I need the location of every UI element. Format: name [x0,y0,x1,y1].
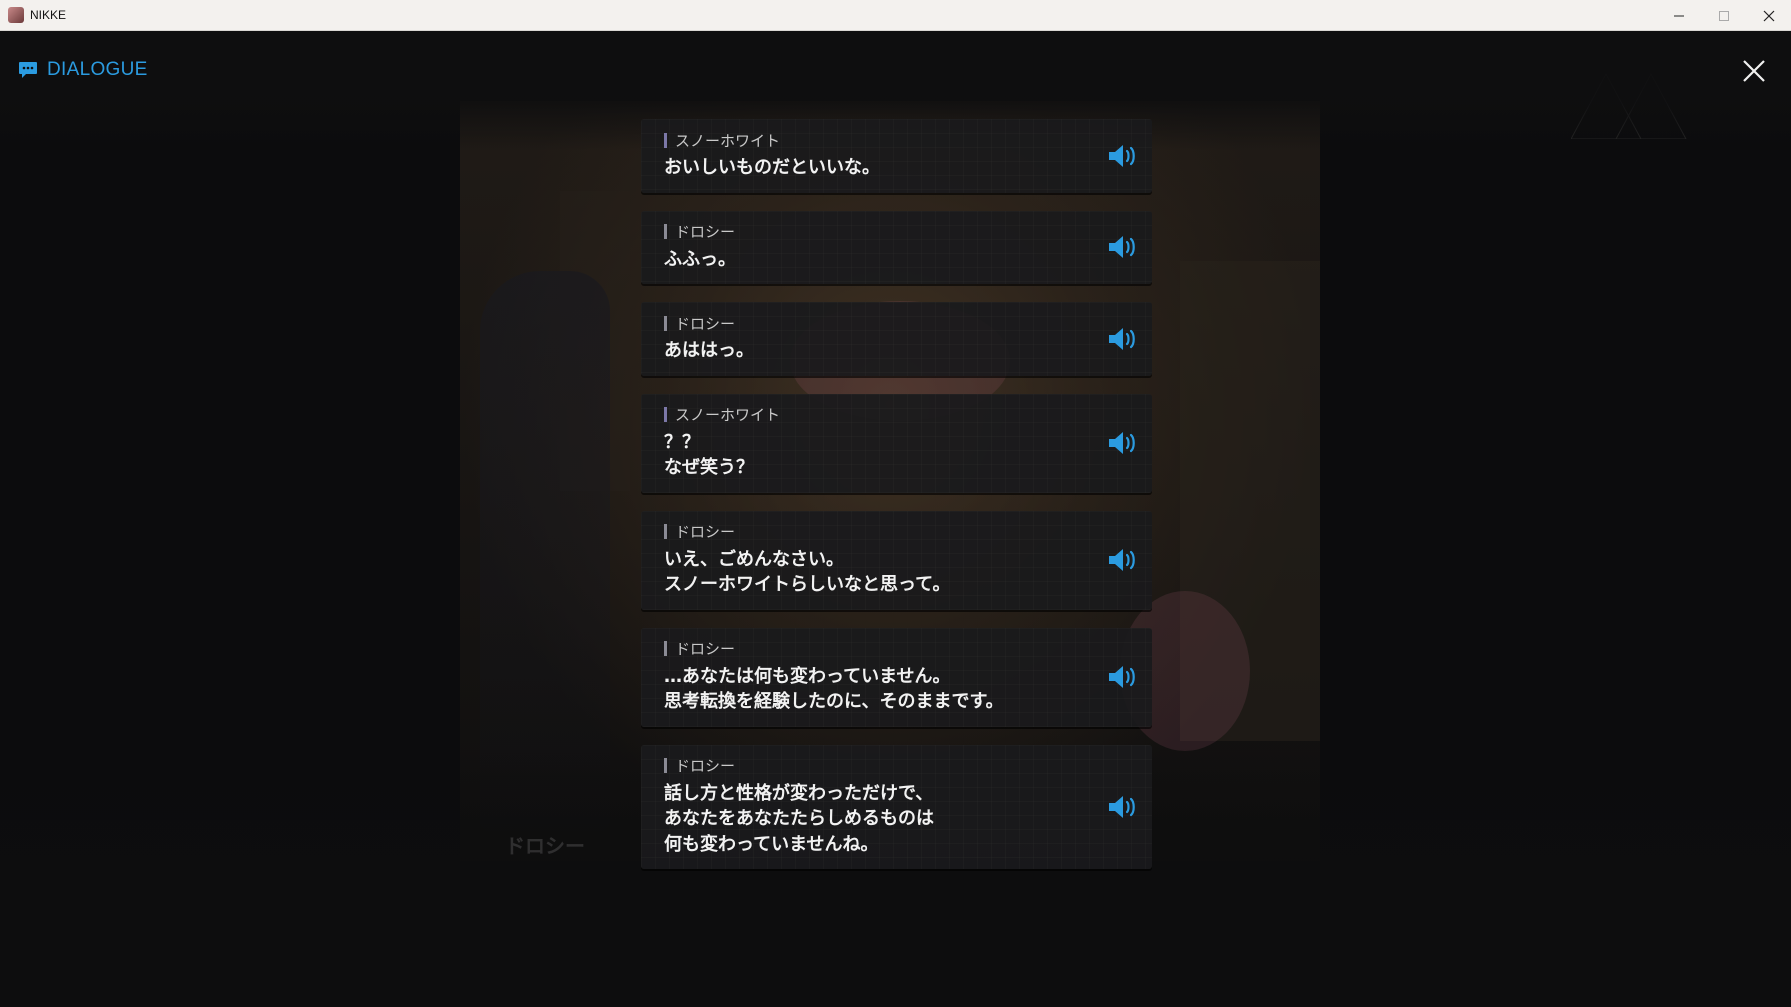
dialogue-entry: ドロシーふふっ。 [641,211,1152,285]
speaker-accent-bar [664,407,667,422]
speaker-label: スノーホワイト [675,131,781,150]
dialogue-entry: スノーホワイトおいしいものだといいな。 [641,119,1152,193]
dialogue-entry: ドロシーあははっ。 [641,302,1152,376]
dialogue-line: あははっ。 [664,340,754,361]
minimize-icon [1673,15,1684,16]
dialogue-line: ふふっ。 [664,248,736,270]
speaker-label: ドロシー [675,757,736,775]
dialogue-line: いえ、ごめんなさい。 スノーホワイトらしいなと思って。 [664,548,951,596]
chat-bubble-icon [19,62,37,78]
speaker-accent-bar [664,132,667,148]
window-title: NIKKE [30,8,67,22]
speaker-label: ドロシー [675,314,736,333]
speaker-accent-bar [664,224,667,239]
dialogue-entry: ドロシー話し方と性格が変わっただけで、 あなたをあなたたらしめるものは 何も変わ… [641,745,1152,870]
voice-replay-button[interactable] [1106,142,1140,170]
app-icon [8,7,24,23]
speaker-volume-icon [1109,236,1135,259]
header-title: DIALOGUE [47,59,148,80]
minimize-button[interactable] [1656,0,1701,31]
speaker-volume-icon [1109,666,1135,688]
voice-replay-button[interactable] [1106,663,1140,691]
speaker-volume-icon [1109,327,1135,350]
speaker-label: スノーホワイト [675,406,781,424]
maximize-icon [1718,10,1729,21]
speaker-accent-bar [664,315,667,331]
dialogue-entry: ドロシーいえ、ごめんなさい。 スノーホワイトらしいなと思って。 [641,511,1152,610]
speaker-name: スノーホワイト [664,404,1072,426]
speaker-volume-icon [1109,795,1135,818]
speaker-accent-bar [664,641,667,656]
background-dialogue-box: ドロシー [495,831,585,867]
window-titlebar: NIKKE [0,0,1791,31]
speaker-label: ドロシー [675,523,736,541]
voice-replay-button[interactable] [1106,233,1140,261]
voice-replay-button[interactable] [1106,793,1140,821]
speaker-volume-icon [1109,144,1135,167]
speaker-name: ドロシー [664,221,1072,243]
dialogue-header: DIALOGUE [18,59,148,81]
speaker-volume-icon [1109,549,1135,571]
dialogue-entry: スノーホワイト ？？ なぜ笑う？ [641,394,1152,493]
speaker-name: ドロシー [664,755,1072,777]
dialogue-line: 話し方と性格が変わっただけで、 あなたをあなたたらしめるものは 何も変わっていま… [664,782,934,855]
speaker-accent-bar [664,758,667,773]
window-controls [1656,0,1791,31]
voice-replay-button[interactable] [1106,325,1140,353]
speaker-label: ドロシー [675,223,736,241]
dialogue-log-screen: ドロシー DIALOGUE スノーホワイト おいしいものだといいな。 ドロシー ふふっ… [0,31,1791,1007]
speaker-accent-bar [664,524,667,539]
speaker-name: ドロシー [664,638,1072,660]
background-speaker-name: ドロシー [505,834,585,858]
close-icon[interactable] [1738,55,1770,87]
maximize-button[interactable] [1701,0,1746,31]
speaker-volume-icon [1109,432,1135,454]
speaker-name: スノーホワイト [664,129,1072,151]
dialogue-line: …あなたは何も変わっていません。 思考転換を経験したのに、そのままです。 [664,665,1004,713]
speaker-name: ドロシー [664,521,1072,543]
dialogue-line: ？？ なぜ笑う？ [664,431,754,479]
dialogue-entry: ドロシー …あなたは何も変わっていません。 思考転換を経験したのに、そのままです。 [641,628,1152,727]
voice-replay-button[interactable] [1106,429,1140,457]
window-close-button[interactable] [1746,0,1791,31]
window-close-icon [1763,10,1774,21]
voice-replay-button[interactable] [1106,546,1140,574]
speaker-label: ドロシー [675,640,736,658]
dialogue-line: おいしいものだといいな。 [664,157,880,178]
dialogue-list[interactable]: スノーホワイト おいしいものだといいな。 ドロシー ふふっ。 ドロシー あははっ。 スノーホ… [641,119,1152,887]
speaker-name: ドロシー [664,312,1072,334]
